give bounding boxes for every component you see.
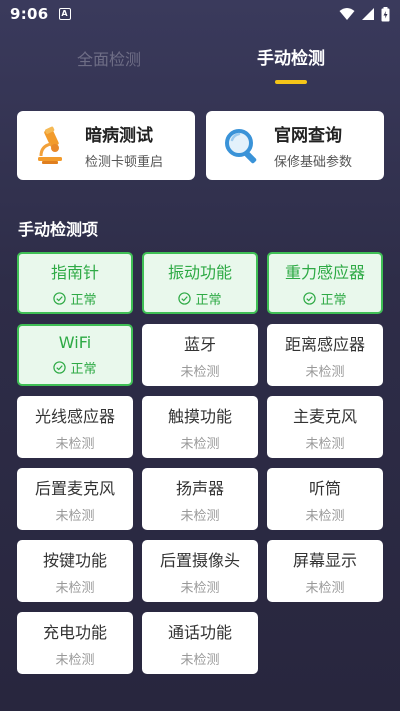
check-item-name: 通话功能 <box>167 622 232 642</box>
battery-icon <box>381 6 390 21</box>
dark-issue-test-title: 暗病测试 <box>85 126 153 146</box>
check-circle-icon <box>178 291 192 305</box>
check-item[interactable]: 充电功能 未检测 <box>17 612 133 674</box>
check-item-name: 重力感应器 <box>284 262 365 282</box>
check-item-name: 主麦克风 <box>292 406 357 426</box>
check-item[interactable]: 通话功能 未检测 <box>142 612 258 674</box>
check-item-status-text: 未检测 <box>55 652 95 668</box>
check-item-status: 未检测 <box>180 361 219 380</box>
check-item-status-text: 未检测 <box>180 436 220 452</box>
tab-bar: 全面检测 手动检测 <box>0 40 400 88</box>
check-item[interactable]: 主麦克风 未检测 <box>267 396 383 458</box>
check-item-name: 触摸功能 <box>167 406 232 426</box>
signal-icon <box>362 8 374 20</box>
official-site-query-card[interactable]: 官网查询 保修基础参数 <box>206 111 384 180</box>
microscope-icon <box>38 126 62 164</box>
check-item-status: 未检测 <box>305 577 344 596</box>
check-item-name: 后置麦克风 <box>34 478 115 498</box>
dark-issue-test-subtitle: 检测卡顿重启 <box>85 155 164 170</box>
check-circle-icon <box>303 291 317 305</box>
check-circle-icon <box>53 291 67 305</box>
check-item-name: 后置摄像头 <box>159 550 240 570</box>
check-item-status: 未检测 <box>180 505 219 524</box>
check-item[interactable]: 指南针正常 <box>17 252 133 314</box>
check-item-name: 扬声器 <box>175 478 224 498</box>
official-site-query-subtitle: 保修基础参数 <box>274 155 353 170</box>
check-item-status: 未检测 <box>180 649 219 668</box>
magnifier-icon <box>225 128 257 163</box>
check-item[interactable]: 重力感应器正常 <box>267 252 383 314</box>
check-item-status-text: 未检测 <box>305 436 345 452</box>
check-item-status: 正常 <box>53 358 97 377</box>
check-item[interactable]: 听筒 未检测 <box>267 468 383 530</box>
check-item[interactable]: 蓝牙 未检测 <box>142 324 258 386</box>
check-item-status-text: 未检测 <box>305 364 345 380</box>
check-item[interactable]: 按键功能 未检测 <box>17 540 133 602</box>
check-item-status: 未检测 <box>305 433 344 452</box>
check-item-status-text: 正常 <box>320 292 347 308</box>
check-item-status-text: 未检测 <box>55 436 95 452</box>
check-item-status: 正常 <box>178 289 222 308</box>
section-title: 手动检测项 <box>18 220 99 239</box>
check-item-name: 蓝牙 <box>183 334 216 354</box>
official-site-query-title: 官网查询 <box>274 126 342 146</box>
check-item-status-text: 未检测 <box>180 580 220 596</box>
check-item-status-text: 正常 <box>70 362 97 377</box>
check-item-name: 充电功能 <box>42 622 107 642</box>
check-item-status: 正常 <box>53 289 97 308</box>
wifi-icon <box>339 8 355 20</box>
check-item-status: 未检测 <box>55 433 94 452</box>
check-item-name: 振动功能 <box>167 262 232 282</box>
check-circle-icon <box>53 361 67 374</box>
check-item-name: 按键功能 <box>42 550 107 570</box>
check-item-name: WiFi <box>58 333 92 352</box>
check-item[interactable]: 后置麦克风 未检测 <box>17 468 133 530</box>
check-item-status-text: 未检测 <box>55 580 95 596</box>
check-item-status-text: 未检测 <box>180 508 220 524</box>
tab-full-check[interactable]: 全面检测 <box>77 46 141 70</box>
check-item-name: 光线感应器 <box>34 406 115 426</box>
status-time: 9:06 <box>10 5 49 23</box>
check-item-status-text: 未检测 <box>55 508 95 524</box>
check-item-status-text: 未检测 <box>180 364 220 380</box>
check-item[interactable]: 距离感应器 未检测 <box>267 324 383 386</box>
dark-issue-test-text: 暗病测试 检测卡顿重启 <box>85 121 163 170</box>
check-item-status-text: 未检测 <box>305 580 345 596</box>
check-item[interactable]: WiFi 正常 <box>17 324 133 386</box>
check-item-status: 未检测 <box>305 505 344 524</box>
check-item-status: 未检测 <box>55 649 94 668</box>
check-item-status-text: 正常 <box>70 292 97 308</box>
check-item[interactable]: 扬声器 未检测 <box>142 468 258 530</box>
official-site-query-text: 官网查询 保修基础参数 <box>274 121 352 170</box>
check-item-name: 距离感应器 <box>284 334 365 354</box>
check-item-name: 听筒 <box>308 478 341 498</box>
check-item-status-text: 正常 <box>195 292 222 308</box>
check-item-name: 屏幕显示 <box>292 550 357 570</box>
check-item-status: 正常 <box>303 289 347 308</box>
dark-issue-test-card[interactable]: 暗病测试 检测卡顿重启 <box>17 111 195 180</box>
check-item-name: 指南针 <box>50 262 99 282</box>
check-item-status: 未检测 <box>55 505 94 524</box>
notification-icon: A <box>58 8 71 20</box>
check-item[interactable]: 屏幕显示 未检测 <box>267 540 383 602</box>
check-item-status: 未检测 <box>180 433 219 452</box>
check-item-status: 未检测 <box>180 577 219 596</box>
status-bar: 9:06 A <box>0 0 400 28</box>
check-item-status: 未检测 <box>305 361 344 380</box>
check-item-status: 未检测 <box>55 577 94 596</box>
check-item[interactable]: 后置摄像头 未检测 <box>142 540 258 602</box>
check-item-status-text: 未检测 <box>305 508 345 524</box>
check-item[interactable]: 光线感应器 未检测 <box>17 396 133 458</box>
tab-manual-check[interactable]: 手动检测 <box>257 44 325 69</box>
check-item[interactable]: 振动功能正常 <box>142 252 258 314</box>
check-item-status-text: 未检测 <box>180 652 220 668</box>
tab-active-indicator <box>275 80 307 84</box>
check-item[interactable]: 触摸功能 未检测 <box>142 396 258 458</box>
